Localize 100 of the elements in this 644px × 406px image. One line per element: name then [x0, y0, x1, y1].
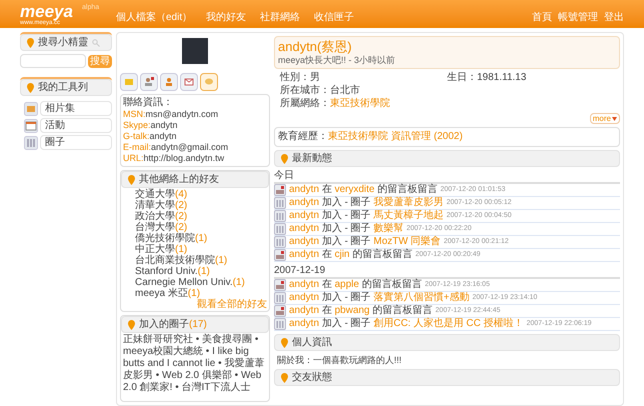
user-link[interactable]: andytn: [289, 236, 320, 247]
contact-label: URL:: [123, 153, 144, 164]
user-link[interactable]: andytn: [289, 279, 320, 290]
add-friend-icon: [142, 75, 156, 89]
friend-count: (1): [175, 244, 188, 255]
view-all-link[interactable]: 觀看全部的好友: [197, 299, 269, 311]
user-link[interactable]: andytn: [289, 318, 320, 329]
network-link[interactable]: 中正大學: [135, 244, 175, 255]
education-link[interactable]: 東亞技術學院 資訊管理: [328, 131, 431, 143]
activity-text: andytn 在 apple 的留言板留言: [289, 279, 422, 291]
user-link[interactable]: andytn: [289, 197, 320, 208]
nav-link[interactable]: 我的好友: [206, 12, 246, 24]
contact-value: msn@andytn.com: [146, 109, 218, 120]
activity-text: andytn 在 veryxdite 的留言板留言: [289, 184, 438, 196]
person-button[interactable]: [160, 73, 178, 91]
activity-text: andytn 加入 - 圈子 數樂幫: [289, 223, 404, 235]
user-link[interactable]: andytn: [289, 292, 320, 303]
caret-icon: [612, 116, 617, 120]
group-list: 正妹餅哥研究社 • 美食搜尋團 • meeya校園大總統 • I like big butts and I cannot lie • 我愛蘆葦皮影男 • Web 2.0 俱樂部 • Web 2.0 創業家! • 台灣IT下流人士: [121, 333, 269, 394]
section-title: 交友狀態: [292, 372, 332, 384]
logo[interactable]: meeya: [20, 3, 73, 20]
profile-name: andytn(蔡恩): [278, 39, 353, 54]
contact-value: andytn: [150, 131, 177, 142]
contact-label: Skype:: [123, 120, 151, 131]
user-link[interactable]: andytn: [289, 223, 320, 234]
date-heading: 今日: [274, 170, 620, 184]
target-link[interactable]: pbwang: [334, 305, 370, 316]
friend-count: (1): [215, 255, 228, 266]
activity-text: andytn 加入 - 圈子 我愛蘆葦皮影男: [289, 197, 444, 209]
pin-icon: [128, 174, 135, 184]
friend-count: (1): [232, 277, 245, 288]
header-link[interactable]: 首頁: [532, 12, 552, 24]
calendar-icon: [24, 118, 38, 132]
activity-text: andytn 加入 - 圈子 創用CC: 人家也是用 CC 授權啦！: [289, 318, 524, 330]
group-count: (17): [189, 318, 207, 330]
user-link[interactable]: andytn: [289, 184, 320, 195]
network-link[interactable]: 清華大學: [135, 200, 175, 211]
search-field[interactable]: [20, 54, 86, 68]
user-link[interactable]: andytn: [289, 249, 320, 260]
user-link[interactable]: andytn: [289, 210, 320, 221]
pin-icon: [27, 38, 34, 48]
activity-text: andytn 加入 - 圈子 MozTW 同樂會: [289, 236, 441, 248]
network-link[interactable]: 台灣大學: [135, 222, 175, 233]
friend-count: (2): [175, 200, 188, 211]
pin-icon: [27, 82, 34, 92]
contact-value: andytn: [150, 120, 178, 131]
about-text: 關於我：一個喜歡玩網路的人!!!: [276, 354, 403, 366]
field-value: 1981.11.13: [477, 72, 526, 84]
field-label: 教育經歷：: [278, 131, 328, 143]
network-link[interactable]: 僑光技術學院: [135, 233, 195, 244]
network-link[interactable]: Carnegie Mellon Univ.: [135, 277, 233, 288]
header-link[interactable]: 登出: [604, 12, 624, 24]
target-link[interactable]: 落實第八個習慣+感動: [373, 292, 470, 303]
status-text: meeya快長大吧!! - 3小時以前: [278, 54, 396, 66]
target-link[interactable]: veryxdite: [334, 184, 375, 195]
target-link[interactable]: MozTW 同樂會: [373, 236, 441, 247]
network-link[interactable]: meeya 米亞: [135, 288, 188, 299]
friend-count: (2): [175, 222, 188, 233]
target-link[interactable]: apple: [334, 279, 360, 290]
tool-link[interactable]: 相片集: [40, 101, 112, 116]
contact-label: E-mail:: [123, 142, 152, 153]
friend-count: (4): [175, 189, 188, 200]
network-link[interactable]: 政治大學: [135, 211, 175, 222]
field-value: 男: [310, 72, 320, 84]
date-heading: 2007-12-19: [274, 265, 620, 279]
activity-text: andytn 加入 - 圈子 馬丈黃樟子地起: [289, 210, 444, 222]
more-button[interactable]: more: [590, 113, 620, 124]
nav-link[interactable]: 社群網絡: [260, 12, 300, 24]
field-label: 性別：: [280, 72, 310, 84]
tool-link[interactable]: 圈子: [40, 135, 112, 150]
target-link[interactable]: 我愛蘆葦皮影男: [373, 197, 444, 208]
friend-count: (1): [195, 233, 208, 244]
field-label: 所在城市：: [280, 85, 330, 97]
target-link[interactable]: 馬丈黃樟子地起: [373, 210, 444, 221]
section-title: 加入的圈子: [139, 318, 189, 330]
chat-button[interactable]: [200, 73, 218, 91]
contact-label: G-talk:: [123, 131, 150, 142]
target-link[interactable]: cjin: [334, 249, 350, 260]
add-friend-button[interactable]: [140, 73, 158, 91]
contact-title: 聯絡資訊：: [123, 97, 174, 109]
target-link[interactable]: 數樂幫: [373, 223, 404, 234]
photo-album-icon: [24, 102, 38, 116]
tool-link[interactable]: 活動: [40, 118, 112, 133]
pin-icon: [281, 372, 288, 382]
nav-link[interactable]: 個人檔案（edit）: [116, 12, 192, 24]
target-link[interactable]: 創用CC: 人家也是用 CC 授權啦！: [373, 318, 524, 329]
network-link[interactable]: 台北商業技術學院: [135, 255, 215, 266]
search-button[interactable]: 搜尋: [88, 54, 112, 68]
network-link[interactable]: 交通大學: [135, 189, 175, 200]
user-link[interactable]: andytn: [289, 305, 320, 316]
friend-count: (1): [198, 266, 210, 277]
section-title: 我的工具列: [38, 82, 88, 94]
nav-link[interactable]: 收信匣子: [314, 12, 354, 24]
friend-count: (1): [188, 288, 200, 299]
header-link[interactable]: 帳號管理: [558, 12, 598, 24]
network-link[interactable]: 東亞技術學院: [330, 98, 390, 110]
mail-button[interactable]: [180, 73, 198, 91]
field-value: 台北市: [330, 85, 360, 97]
section-title: 其他網絡上的好友: [139, 174, 219, 186]
network-link[interactable]: Stanford Univ.: [135, 266, 198, 277]
